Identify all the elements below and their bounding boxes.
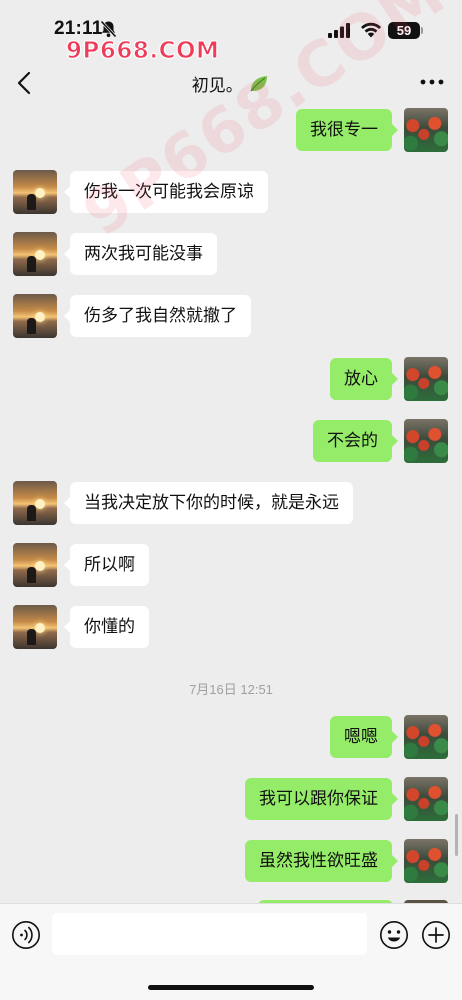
message-bubble-sent[interactable]: 虽然我性欲旺盛 <box>245 840 398 882</box>
avatar-self[interactable] <box>404 357 448 401</box>
message-bubble-received[interactable]: 伤多了我自然就撤了 <box>64 295 251 337</box>
chat-header: 初见。 <box>0 62 462 104</box>
message-bubble-received[interactable]: 两次我可能没事 <box>64 233 217 275</box>
status-bar: 21:11 9P668.COM 59 <box>0 0 462 65</box>
avatar-self[interactable] <box>404 108 448 152</box>
avatar-self[interactable] <box>404 715 448 759</box>
chat-title: 初见。 <box>0 71 462 96</box>
avatar-contact[interactable] <box>13 481 57 525</box>
wifi-icon <box>361 22 381 38</box>
bell-slash-icon <box>100 20 117 38</box>
avatar-self[interactable] <box>404 777 448 821</box>
avatar-self[interactable] <box>404 419 448 463</box>
avatar-contact[interactable] <box>13 543 57 587</box>
message-bubble-sent[interactable]: 不会的 <box>313 420 398 462</box>
message-bubble-sent[interactable]: 我很专一 <box>296 109 398 151</box>
voice-icon[interactable] <box>11 920 41 950</box>
message-bubble-received[interactable]: 当我决定放下你的时候，就是永远 <box>64 482 353 524</box>
battery-level: 59 <box>388 22 420 39</box>
more-dots-icon[interactable] <box>418 74 446 90</box>
message-bubble-sent[interactable]: 我可以跟你保证 <box>245 778 398 820</box>
message-bubble-received[interactable]: 伤我一次可能我会原谅 <box>64 171 268 213</box>
message-bubble-received[interactable]: 你懂的 <box>64 606 149 648</box>
avatar-self[interactable] <box>404 839 448 883</box>
message-bubble-sent[interactable]: 放心 <box>330 358 398 400</box>
avatar-contact[interactable] <box>13 232 57 276</box>
plus-circle-icon[interactable] <box>421 920 451 950</box>
message-bubble-sent[interactable]: 嗯嗯 <box>330 716 398 758</box>
avatar-contact[interactable] <box>13 294 57 338</box>
cellular-signal-icon <box>328 23 350 38</box>
message-timestamp: 7月16日 12:51 <box>189 682 273 697</box>
home-indicator <box>148 985 314 990</box>
contact-name: 初见。 <box>191 76 243 96</box>
battery-tip <box>421 27 423 34</box>
scrollbar[interactable] <box>455 814 458 856</box>
avatar-contact[interactable] <box>13 605 57 649</box>
status-time: 21:11 <box>54 18 103 39</box>
emoji-smile-icon[interactable] <box>379 920 409 950</box>
message-bubble-received[interactable]: 所以啊 <box>64 544 149 586</box>
leaf-icon <box>250 76 268 92</box>
avatar-contact[interactable] <box>13 170 57 214</box>
message-input[interactable] <box>52 913 367 955</box>
watermark-text: 9P668.COM <box>65 38 220 65</box>
